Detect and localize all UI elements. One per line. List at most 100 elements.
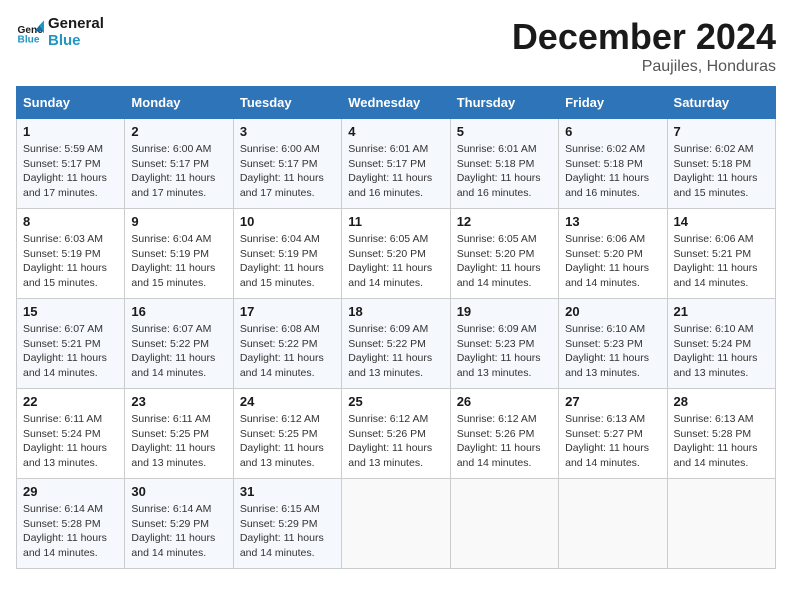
day-detail: Sunrise: 6:05 AM Sunset: 5:20 PM Dayligh…	[457, 232, 552, 291]
day-cell: 27 Sunrise: 6:13 AM Sunset: 5:27 PM Dayl…	[559, 389, 667, 479]
calendar-header: SundayMondayTuesdayWednesdayThursdayFrid…	[17, 87, 776, 119]
day-detail: Sunrise: 6:12 AM Sunset: 5:26 PM Dayligh…	[457, 412, 552, 471]
day-cell: 9 Sunrise: 6:04 AM Sunset: 5:19 PM Dayli…	[125, 209, 233, 299]
title-area: December 2024 Paujiles, Honduras	[512, 16, 776, 76]
logo-icon: General Blue	[16, 19, 44, 47]
day-detail: Sunrise: 6:07 AM Sunset: 5:22 PM Dayligh…	[131, 322, 226, 381]
day-detail: Sunrise: 6:00 AM Sunset: 5:17 PM Dayligh…	[240, 142, 335, 201]
day-number: 27	[565, 394, 660, 409]
logo: General Blue General Blue	[16, 16, 104, 49]
day-number: 13	[565, 214, 660, 229]
day-detail: Sunrise: 6:05 AM Sunset: 5:20 PM Dayligh…	[348, 232, 443, 291]
day-detail: Sunrise: 6:08 AM Sunset: 5:22 PM Dayligh…	[240, 322, 335, 381]
svg-text:Blue: Blue	[18, 34, 40, 45]
day-cell: 15 Sunrise: 6:07 AM Sunset: 5:21 PM Dayl…	[17, 299, 125, 389]
day-detail: Sunrise: 6:14 AM Sunset: 5:29 PM Dayligh…	[131, 502, 226, 561]
day-cell: 2 Sunrise: 6:00 AM Sunset: 5:17 PM Dayli…	[125, 119, 233, 209]
day-detail: Sunrise: 6:09 AM Sunset: 5:23 PM Dayligh…	[457, 322, 552, 381]
day-cell	[450, 479, 558, 569]
day-number: 6	[565, 124, 660, 139]
month-title: December 2024	[512, 16, 776, 58]
day-number: 10	[240, 214, 335, 229]
day-number: 31	[240, 484, 335, 499]
day-detail: Sunrise: 6:02 AM Sunset: 5:18 PM Dayligh…	[674, 142, 769, 201]
day-cell: 30 Sunrise: 6:14 AM Sunset: 5:29 PM Dayl…	[125, 479, 233, 569]
day-cell: 12 Sunrise: 6:05 AM Sunset: 5:20 PM Dayl…	[450, 209, 558, 299]
header-cell-monday: Monday	[125, 87, 233, 119]
day-detail: Sunrise: 6:00 AM Sunset: 5:17 PM Dayligh…	[131, 142, 226, 201]
day-cell: 23 Sunrise: 6:11 AM Sunset: 5:25 PM Dayl…	[125, 389, 233, 479]
day-number: 25	[348, 394, 443, 409]
day-number: 11	[348, 214, 443, 229]
header-cell-saturday: Saturday	[667, 87, 775, 119]
day-detail: Sunrise: 6:13 AM Sunset: 5:27 PM Dayligh…	[565, 412, 660, 471]
day-cell	[559, 479, 667, 569]
day-cell: 14 Sunrise: 6:06 AM Sunset: 5:21 PM Dayl…	[667, 209, 775, 299]
day-detail: Sunrise: 5:59 AM Sunset: 5:17 PM Dayligh…	[23, 142, 118, 201]
day-cell: 13 Sunrise: 6:06 AM Sunset: 5:20 PM Dayl…	[559, 209, 667, 299]
logo-blue: Blue	[48, 33, 104, 50]
day-number: 18	[348, 304, 443, 319]
day-cell: 1 Sunrise: 5:59 AM Sunset: 5:17 PM Dayli…	[17, 119, 125, 209]
day-number: 22	[23, 394, 118, 409]
day-number: 12	[457, 214, 552, 229]
day-cell: 29 Sunrise: 6:14 AM Sunset: 5:28 PM Dayl…	[17, 479, 125, 569]
week-row-3: 15 Sunrise: 6:07 AM Sunset: 5:21 PM Dayl…	[17, 299, 776, 389]
day-cell: 6 Sunrise: 6:02 AM Sunset: 5:18 PM Dayli…	[559, 119, 667, 209]
day-number: 21	[674, 304, 769, 319]
day-cell: 8 Sunrise: 6:03 AM Sunset: 5:19 PM Dayli…	[17, 209, 125, 299]
calendar-body: 1 Sunrise: 5:59 AM Sunset: 5:17 PM Dayli…	[17, 119, 776, 569]
day-cell: 26 Sunrise: 6:12 AM Sunset: 5:26 PM Dayl…	[450, 389, 558, 479]
day-detail: Sunrise: 6:12 AM Sunset: 5:25 PM Dayligh…	[240, 412, 335, 471]
day-detail: Sunrise: 6:10 AM Sunset: 5:24 PM Dayligh…	[674, 322, 769, 381]
day-detail: Sunrise: 6:12 AM Sunset: 5:26 PM Dayligh…	[348, 412, 443, 471]
day-cell	[667, 479, 775, 569]
week-row-2: 8 Sunrise: 6:03 AM Sunset: 5:19 PM Dayli…	[17, 209, 776, 299]
header-cell-thursday: Thursday	[450, 87, 558, 119]
day-detail: Sunrise: 6:04 AM Sunset: 5:19 PM Dayligh…	[131, 232, 226, 291]
day-number: 17	[240, 304, 335, 319]
day-detail: Sunrise: 6:01 AM Sunset: 5:17 PM Dayligh…	[348, 142, 443, 201]
day-detail: Sunrise: 6:06 AM Sunset: 5:20 PM Dayligh…	[565, 232, 660, 291]
week-row-5: 29 Sunrise: 6:14 AM Sunset: 5:28 PM Dayl…	[17, 479, 776, 569]
day-cell	[342, 479, 450, 569]
day-detail: Sunrise: 6:02 AM Sunset: 5:18 PM Dayligh…	[565, 142, 660, 201]
day-detail: Sunrise: 6:11 AM Sunset: 5:25 PM Dayligh…	[131, 412, 226, 471]
page-header: General Blue General Blue December 2024 …	[16, 16, 776, 76]
day-detail: Sunrise: 6:15 AM Sunset: 5:29 PM Dayligh…	[240, 502, 335, 561]
day-detail: Sunrise: 6:01 AM Sunset: 5:18 PM Dayligh…	[457, 142, 552, 201]
logo-general: General	[48, 16, 104, 33]
day-detail: Sunrise: 6:03 AM Sunset: 5:19 PM Dayligh…	[23, 232, 118, 291]
day-number: 16	[131, 304, 226, 319]
day-number: 14	[674, 214, 769, 229]
day-number: 29	[23, 484, 118, 499]
header-cell-tuesday: Tuesday	[233, 87, 341, 119]
header-cell-wednesday: Wednesday	[342, 87, 450, 119]
day-detail: Sunrise: 6:11 AM Sunset: 5:24 PM Dayligh…	[23, 412, 118, 471]
day-number: 20	[565, 304, 660, 319]
day-cell: 22 Sunrise: 6:11 AM Sunset: 5:24 PM Dayl…	[17, 389, 125, 479]
calendar-table: SundayMondayTuesdayWednesdayThursdayFrid…	[16, 86, 776, 569]
day-cell: 25 Sunrise: 6:12 AM Sunset: 5:26 PM Dayl…	[342, 389, 450, 479]
day-number: 15	[23, 304, 118, 319]
day-number: 8	[23, 214, 118, 229]
day-number: 2	[131, 124, 226, 139]
day-cell: 7 Sunrise: 6:02 AM Sunset: 5:18 PM Dayli…	[667, 119, 775, 209]
day-cell: 21 Sunrise: 6:10 AM Sunset: 5:24 PM Dayl…	[667, 299, 775, 389]
day-cell: 19 Sunrise: 6:09 AM Sunset: 5:23 PM Dayl…	[450, 299, 558, 389]
day-number: 4	[348, 124, 443, 139]
day-number: 5	[457, 124, 552, 139]
day-detail: Sunrise: 6:06 AM Sunset: 5:21 PM Dayligh…	[674, 232, 769, 291]
day-number: 1	[23, 124, 118, 139]
day-cell: 18 Sunrise: 6:09 AM Sunset: 5:22 PM Dayl…	[342, 299, 450, 389]
week-row-1: 1 Sunrise: 5:59 AM Sunset: 5:17 PM Dayli…	[17, 119, 776, 209]
location: Paujiles, Honduras	[512, 58, 776, 76]
day-number: 7	[674, 124, 769, 139]
day-number: 24	[240, 394, 335, 409]
header-row: SundayMondayTuesdayWednesdayThursdayFrid…	[17, 87, 776, 119]
header-cell-sunday: Sunday	[17, 87, 125, 119]
day-cell: 17 Sunrise: 6:08 AM Sunset: 5:22 PM Dayl…	[233, 299, 341, 389]
header-cell-friday: Friday	[559, 87, 667, 119]
day-number: 9	[131, 214, 226, 229]
week-row-4: 22 Sunrise: 6:11 AM Sunset: 5:24 PM Dayl…	[17, 389, 776, 479]
